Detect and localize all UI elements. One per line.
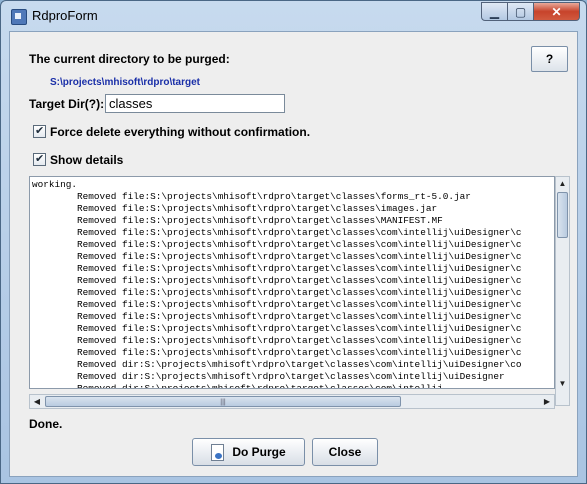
show-details-label: Show details	[50, 153, 124, 167]
log-line: Removed file:S:\projects\mhisoft\rdpro\t…	[77, 251, 522, 262]
log-line: Removed file:S:\projects\mhisoft\rdpro\t…	[77, 287, 522, 298]
current-dir-label: The current directory to be purged:	[29, 52, 230, 66]
close-icon: ✕	[551, 4, 562, 19]
window-title: RdproForm	[32, 8, 98, 23]
force-delete-checkbox[interactable]	[33, 124, 46, 138]
horizontal-scroll-thumb[interactable]: |||	[45, 396, 401, 407]
app-icon	[11, 9, 27, 25]
close-window-button[interactable]: ✕	[534, 2, 580, 21]
purge-icon	[211, 443, 225, 461]
log-line: Removed file:S:\projects\mhisoft\rdpro\t…	[77, 275, 522, 286]
log-line: Removed file:S:\projects\mhisoft\rdpro\t…	[77, 215, 443, 226]
log-line: Removed dir:S:\projects\mhisoft\rdpro\ta…	[77, 359, 522, 370]
scroll-up-icon[interactable]: ▲	[556, 177, 569, 191]
target-dir-label: Target Dir(?):	[29, 97, 105, 111]
log-line: Removed file:S:\projects\mhisoft\rdpro\t…	[77, 263, 522, 274]
horizontal-scrollbar[interactable]: ◀ ||| ▶	[29, 394, 555, 409]
scroll-right-icon[interactable]: ▶	[540, 395, 554, 408]
help-button[interactable]: ?	[531, 46, 568, 72]
client-area: The current directory to be purged: ? S:…	[9, 31, 578, 477]
maximize-button[interactable]: ▢	[508, 2, 534, 21]
vertical-scroll-thumb[interactable]	[557, 192, 568, 238]
log-line: Removed dir:S:\projects\mhisoft\rdpro\ta…	[77, 383, 443, 389]
window-controls: ▁ ▢ ✕	[481, 2, 580, 22]
log-line: working.	[32, 179, 78, 190]
log-line: Removed dir:S:\projects\mhisoft\rdpro\ta…	[77, 371, 505, 382]
log-line: Removed file:S:\projects\mhisoft\rdpro\t…	[77, 347, 522, 358]
close-button[interactable]: Close	[312, 438, 378, 466]
force-delete-label: Force delete everything without confirma…	[50, 125, 311, 139]
log-line: Removed file:S:\projects\mhisoft\rdpro\t…	[77, 299, 522, 310]
target-dir-input[interactable]	[105, 94, 285, 113]
status-text: Done.	[29, 417, 63, 431]
log-line: Removed file:S:\projects\mhisoft\rdpro\t…	[77, 227, 522, 238]
close-label: Close	[328, 445, 362, 459]
log-line: Removed file:S:\projects\mhisoft\rdpro\t…	[77, 311, 522, 322]
maximize-icon: ▢	[514, 4, 527, 19]
log-line: Removed file:S:\projects\mhisoft\rdpro\t…	[77, 335, 522, 346]
minimize-icon: ▁	[489, 4, 500, 19]
current-dir-path: S:\projects\mhisoft\rdpro\target	[50, 77, 201, 88]
log-lines: working. Removed file:S:\projects\mhisof…	[32, 179, 522, 389]
minimize-button[interactable]: ▁	[481, 2, 508, 21]
scroll-left-icon[interactable]: ◀	[30, 395, 44, 408]
log-line: Removed file:S:\projects\mhisoft\rdpro\t…	[77, 203, 438, 214]
log-output[interactable]: working. Removed file:S:\projects\mhisof…	[29, 176, 555, 389]
log-line: Removed file:S:\projects\mhisoft\rdpro\t…	[77, 323, 522, 334]
show-details-checkbox[interactable]	[33, 152, 46, 166]
do-purge-button[interactable]: Do Purge	[192, 438, 305, 466]
title-bar[interactable]: RdproForm ▁ ▢ ✕	[1, 1, 586, 31]
log-line: Removed file:S:\projects\mhisoft\rdpro\t…	[77, 191, 471, 202]
vertical-scrollbar[interactable]: ▲ ▼	[555, 176, 570, 406]
grip-icon: |||	[220, 399, 226, 406]
log-line: Removed file:S:\projects\mhisoft\rdpro\t…	[77, 239, 522, 250]
rdpro-window: RdproForm ▁ ▢ ✕ The current directory to…	[0, 0, 587, 484]
scroll-down-icon[interactable]: ▼	[556, 377, 569, 391]
do-purge-label: Do Purge	[232, 445, 286, 459]
